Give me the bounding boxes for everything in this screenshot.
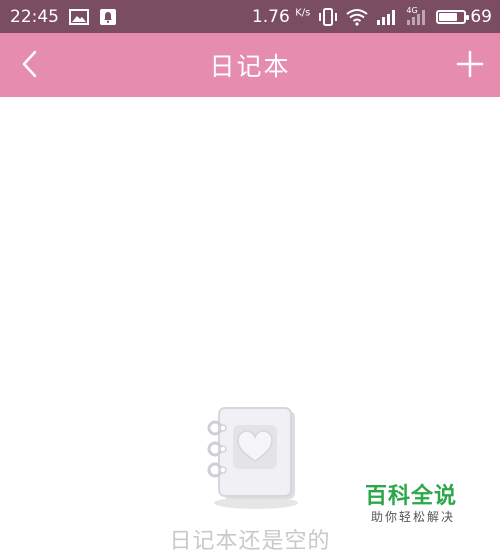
network-speed-value: 1.76 bbox=[251, 6, 290, 27]
add-diary-button[interactable] bbox=[450, 44, 490, 84]
network-speed: 1.76 K/s bbox=[252, 7, 310, 27]
notification-icon bbox=[99, 8, 117, 26]
status-bar: 22:45 1.76 K/s 4G 69 bbox=[0, 0, 500, 33]
notebook-heart-icon bbox=[207, 407, 298, 509]
watermark: 百科全说 助你轻松解决 bbox=[350, 470, 500, 530]
battery-indicator: 69 bbox=[436, 7, 492, 27]
signal-icon bbox=[376, 9, 398, 25]
status-time: 22:45 bbox=[10, 6, 59, 27]
plus-icon bbox=[456, 50, 484, 78]
page-title: 日记本 bbox=[209, 52, 291, 81]
battery-icon bbox=[436, 9, 470, 24]
wifi-icon bbox=[346, 8, 368, 26]
network-type-label: 4G bbox=[406, 5, 418, 15]
image-icon bbox=[69, 8, 89, 25]
watermark-subtitle: 助你轻松解决 bbox=[371, 510, 456, 524]
network-speed-unit: K/s bbox=[295, 6, 311, 18]
app-header: 日记本 bbox=[0, 33, 500, 97]
battery-level: 69 bbox=[470, 6, 492, 27]
signal-4g-icon: 4G bbox=[406, 5, 428, 25]
watermark-title: 百科全说 bbox=[365, 484, 458, 509]
vibrate-icon bbox=[318, 7, 338, 26]
